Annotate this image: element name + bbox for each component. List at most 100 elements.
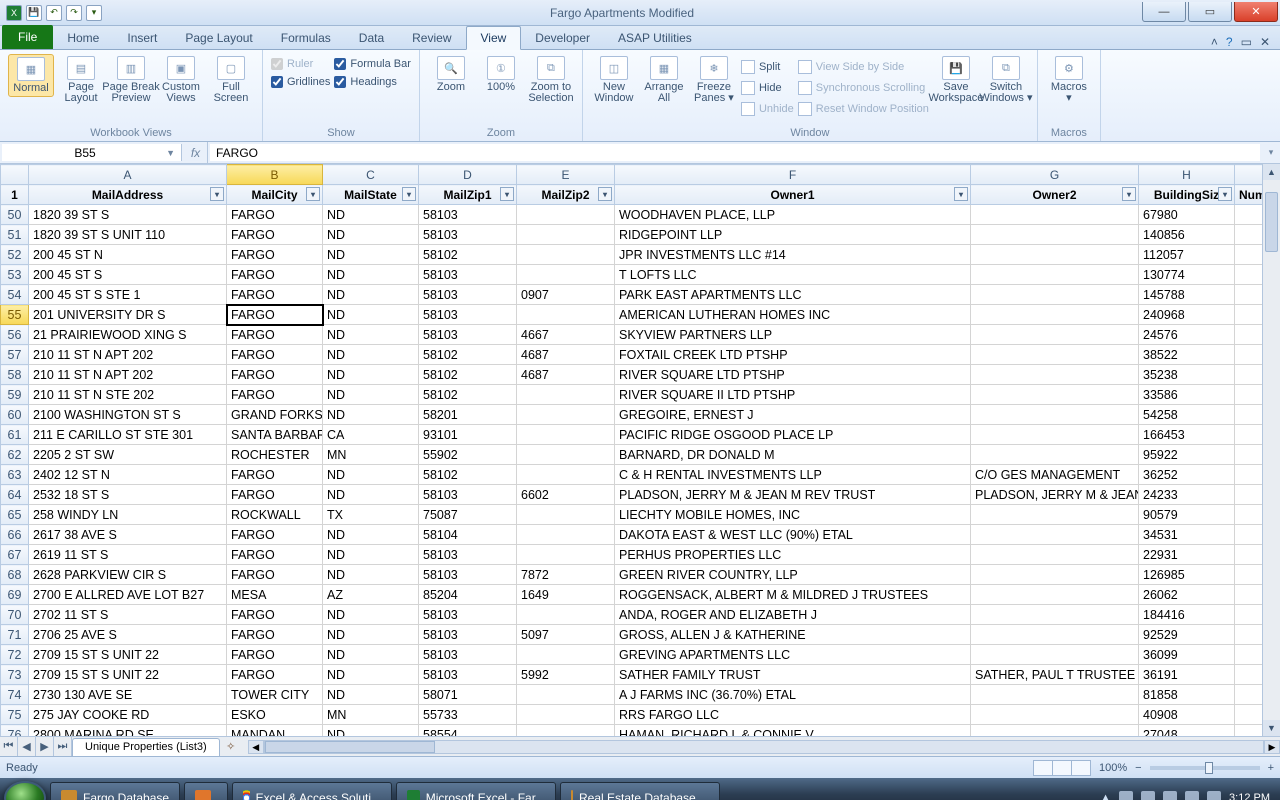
cell[interactable]: CA	[323, 425, 419, 445]
cell[interactable]: 58103	[419, 285, 517, 305]
view-custom-button[interactable]: ▣Custom Views	[158, 54, 204, 106]
cell[interactable]	[517, 725, 615, 737]
cell[interactable]: 130774	[1139, 265, 1235, 285]
cell[interactable]: 200 45 ST N	[29, 245, 227, 265]
tray-show-hidden-icon[interactable]: ▲	[1100, 792, 1111, 800]
cell[interactable]: 58103	[419, 645, 517, 665]
taskbar-item-excel[interactable]: Microsoft Excel - Far...	[396, 782, 556, 800]
cell[interactable]: 1820 39 ST S	[29, 205, 227, 225]
cell[interactable]: PLADSON, JERRY M & JEAN M REV TRUST	[615, 485, 971, 505]
cell[interactable]: 58103	[419, 225, 517, 245]
cell[interactable]: 2402 12 ST N	[29, 465, 227, 485]
scroll-down-icon[interactable]: ▼	[1263, 720, 1280, 736]
sheet-nav-first-icon[interactable]: ⏮	[0, 737, 18, 756]
cell[interactable]	[971, 345, 1139, 365]
cell[interactable]	[517, 505, 615, 525]
cell[interactable]: ND	[323, 545, 419, 565]
cell[interactable]: 58103	[419, 305, 517, 325]
cell[interactable]: FARGO	[227, 605, 323, 625]
zoom-to-selection-button[interactable]: ⧉Zoom to Selection	[528, 54, 574, 106]
cell[interactable]: 210 11 ST N APT 202	[29, 365, 227, 385]
zoom-in-icon[interactable]: +	[1268, 762, 1274, 774]
cell[interactable]: 166453	[1139, 425, 1235, 445]
cell[interactable]: HAMAN, RICHARD L & CONNIE V	[615, 725, 971, 737]
row-header[interactable]: 64	[1, 485, 29, 505]
cell[interactable]	[1235, 565, 1263, 585]
tab-page-layout[interactable]: Page Layout	[171, 27, 266, 49]
cell[interactable]: FARGO	[227, 645, 323, 665]
field-header[interactable]: BuildingSiz▾	[1139, 185, 1235, 205]
cell[interactable]: FARGO	[227, 205, 323, 225]
cell[interactable]: 2709 15 ST S UNIT 22	[29, 665, 227, 685]
column-header-H[interactable]: H	[1139, 165, 1235, 185]
zoom-out-icon[interactable]: −	[1135, 762, 1141, 774]
cell[interactable]: 58104	[419, 525, 517, 545]
chk-headings[interactable]: Headings	[334, 76, 411, 88]
cell[interactable]: ND	[323, 285, 419, 305]
cell[interactable]: ESKO	[227, 705, 323, 725]
cell[interactable]: FARGO	[227, 325, 323, 345]
cell[interactable]	[971, 285, 1139, 305]
workbook-close-icon[interactable]: ✕	[1260, 35, 1270, 49]
cell[interactable]: ND	[323, 565, 419, 585]
name-box[interactable]: ▼	[2, 144, 182, 161]
cell[interactable]: 36099	[1139, 645, 1235, 665]
cell[interactable]	[517, 685, 615, 705]
cell[interactable]: ND	[323, 305, 419, 325]
filter-icon[interactable]: ▾	[306, 187, 320, 201]
cell[interactable]	[1235, 465, 1263, 485]
cell[interactable]: 90579	[1139, 505, 1235, 525]
cell[interactable]: DAKOTA EAST & WEST LLC (90%) ETAL	[615, 525, 971, 545]
cell[interactable]: GROSS, ALLEN J & KATHERINE	[615, 625, 971, 645]
cell[interactable]	[1235, 405, 1263, 425]
cell[interactable]	[971, 705, 1139, 725]
cell[interactable]	[1235, 445, 1263, 465]
workbook-restore-icon[interactable]: ▭	[1241, 35, 1252, 49]
cell[interactable]: 2628 PARKVIEW CIR S	[29, 565, 227, 585]
filter-icon[interactable]: ▾	[1218, 187, 1232, 201]
cell[interactable]	[517, 545, 615, 565]
cell[interactable]: 2702 11 ST S	[29, 605, 227, 625]
cell[interactable]	[971, 305, 1139, 325]
field-header[interactable]: Num	[1235, 185, 1263, 205]
cell[interactable]: ROCHESTER	[227, 445, 323, 465]
cell[interactable]	[517, 305, 615, 325]
cell[interactable]: MESA	[227, 585, 323, 605]
cell[interactable]: 5992	[517, 665, 615, 685]
sheet-tab-active[interactable]: Unique Properties (List3)	[72, 738, 220, 756]
cell[interactable]: ROGGENSACK, ALBERT M & MILDRED J TRUSTEE…	[615, 585, 971, 605]
column-header-C[interactable]: C	[323, 165, 419, 185]
cell[interactable]: ND	[323, 385, 419, 405]
row-header[interactable]: 65	[1, 505, 29, 525]
cell[interactable]: 5097	[517, 625, 615, 645]
cell[interactable]	[971, 365, 1139, 385]
name-box-dropdown-icon[interactable]: ▼	[162, 148, 175, 158]
row-header[interactable]: 73	[1, 665, 29, 685]
view-fullscreen-button[interactable]: ▢Full Screen	[208, 54, 254, 106]
cell[interactable]	[1235, 265, 1263, 285]
row-header[interactable]: 67	[1, 545, 29, 565]
cell[interactable]	[1235, 285, 1263, 305]
row-header[interactable]: 75	[1, 705, 29, 725]
cell[interactable]: TX	[323, 505, 419, 525]
select-all-corner[interactable]	[1, 165, 29, 185]
cell[interactable]: 92529	[1139, 625, 1235, 645]
cell[interactable]: ANDA, ROGER AND ELIZABETH J	[615, 605, 971, 625]
column-header-G[interactable]: G	[971, 165, 1139, 185]
tab-review[interactable]: Review	[398, 27, 465, 49]
row-header[interactable]: 74	[1, 685, 29, 705]
cell[interactable]	[1235, 205, 1263, 225]
zoom-slider[interactable]	[1150, 766, 1260, 770]
cell[interactable]: FARGO	[227, 225, 323, 245]
cell[interactable]: 6602	[517, 485, 615, 505]
cell[interactable]	[1235, 505, 1263, 525]
cell[interactable]: 33586	[1139, 385, 1235, 405]
cell[interactable]: 38522	[1139, 345, 1235, 365]
cell[interactable]: 126985	[1139, 565, 1235, 585]
cell[interactable]: ND	[323, 405, 419, 425]
tab-home[interactable]: Home	[53, 27, 113, 49]
cell[interactable]	[971, 545, 1139, 565]
start-button[interactable]	[4, 781, 46, 800]
cell[interactable]: 24576	[1139, 325, 1235, 345]
cell[interactable]	[971, 325, 1139, 345]
